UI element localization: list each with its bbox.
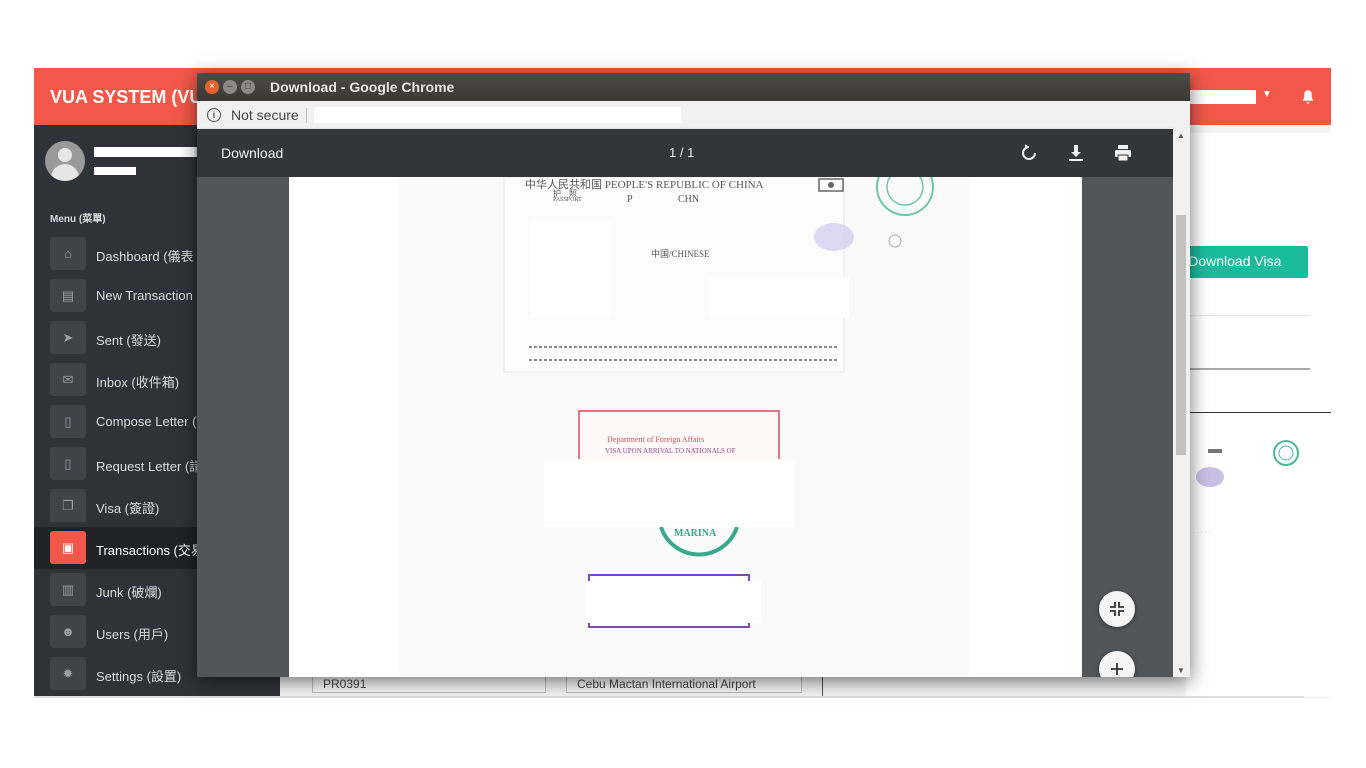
paper-plane-icon: ➤: [50, 321, 86, 354]
visa-document-thumbnail: <<<<<: [1186, 412, 1331, 697]
redaction: [544, 459, 794, 527]
caret-down-icon[interactable]: ▼: [1262, 89, 1272, 100]
brand-title: VUA SYSTEM (VU: [50, 87, 203, 107]
maximize-icon[interactable]: □: [241, 80, 255, 94]
envelope-icon: ✉: [50, 363, 86, 396]
security-label[interactable]: Not secure: [231, 107, 299, 123]
fit-to-page-button[interactable]: [1099, 591, 1135, 627]
download-icon[interactable]: [1064, 141, 1088, 165]
close-icon[interactable]: ×: [205, 80, 219, 94]
page-indicator: 1 / 1: [669, 145, 695, 160]
sidebar-item-label: Inbox (收件箱): [96, 375, 180, 390]
avatar[interactable]: [45, 141, 85, 181]
pdf-viewer-toolbar: Download 1 / 1: [197, 129, 1173, 177]
gear-icon: ✹: [50, 657, 86, 690]
download-visa-label: Download Visa: [1188, 253, 1282, 269]
zoom-in-button[interactable]: [1099, 651, 1135, 677]
sidebar-item-label: Visa (簽證): [96, 501, 160, 516]
scroll-up-arrow-icon[interactable]: ▲: [1177, 131, 1185, 140]
redaction: [709, 277, 849, 317]
sidebar-item-label: Junk (破爛): [96, 585, 162, 600]
pdf-file-icon: ▯: [50, 447, 86, 480]
profile-role: [94, 167, 136, 175]
divider: [1188, 315, 1310, 316]
plus-icon: [1111, 663, 1123, 675]
sidebar-item-label: New Transaction: [96, 288, 193, 303]
scrollbar-thumb[interactable]: [1176, 215, 1186, 455]
sidebar-item-label: Request Letter (請: [96, 459, 203, 474]
menu-heading: Menu (菜單): [50, 214, 106, 225]
scroll-down-arrow-icon[interactable]: ▼: [1177, 666, 1185, 675]
sidebar-item-label: Sent (發送): [96, 333, 162, 348]
pdf-page: 中华人民共和国 PEOPLE'S REPUBLIC OF CHINA 护 照 P…: [289, 177, 1082, 677]
chrome-popup-window: × – □ Download - Google Chrome i Not sec…: [197, 73, 1190, 677]
svg-text:<<<<<: <<<<<: [1190, 532, 1211, 533]
sidebar-item-label: Transactions (交易: [96, 543, 204, 558]
address-bar: i Not secure: [197, 101, 1190, 130]
redaction: [585, 581, 761, 623]
passport-type: P: [627, 194, 633, 205]
document-title: Download: [221, 145, 284, 161]
sidebar-item-label: Dashboard (儀表: [96, 249, 194, 264]
stamp-text: VISA UPON ARRIVAL TO NATIONALS OF: [605, 447, 736, 455]
users-icon: ☻: [50, 615, 86, 648]
passport-label-en: PASSPORT: [553, 197, 582, 203]
print-icon[interactable]: [1111, 141, 1135, 165]
fit-to-page-icon: [1110, 602, 1124, 616]
trash-icon: ▥: [50, 573, 86, 606]
sidebar-item-label: Users (用戶): [96, 627, 169, 642]
sidebar-item-label: Compose Letter (: [96, 414, 197, 429]
file-icon: ▯: [50, 405, 86, 438]
pdf-viewer-body[interactable]: 中华人民共和国 PEOPLE'S REPUBLIC OF CHINA 护 照 P…: [197, 177, 1173, 677]
rotate-icon[interactable]: [1017, 141, 1041, 165]
nationality: 中国/CHINESE: [651, 249, 710, 259]
stamp-dept: Department of Foreign Affairs: [607, 435, 705, 444]
info-icon[interactable]: i: [207, 108, 221, 122]
archive-icon: ▣: [50, 531, 86, 564]
vertical-scrollbar[interactable]: ▲ ▼: [1173, 129, 1190, 677]
copy-icon: ❐: [50, 489, 86, 522]
home-icon: ⌂: [50, 237, 86, 270]
newspaper-icon: ▤: [50, 279, 86, 312]
country-code: CHN: [678, 194, 700, 205]
profile-name: [94, 147, 204, 157]
sidebar-item-label: Settings (設置): [96, 669, 182, 684]
divider: [34, 696, 1304, 698]
divider: [1188, 368, 1310, 370]
divider: [306, 108, 307, 123]
minimize-icon[interactable]: –: [223, 80, 237, 94]
window-titlebar[interactable]: × – □ Download - Google Chrome: [197, 73, 1190, 101]
seal-text: MARINA: [674, 528, 717, 539]
window-title: Download - Google Chrome: [270, 79, 455, 95]
url-field[interactable]: [314, 107, 681, 123]
bell-icon[interactable]: [1299, 88, 1317, 106]
